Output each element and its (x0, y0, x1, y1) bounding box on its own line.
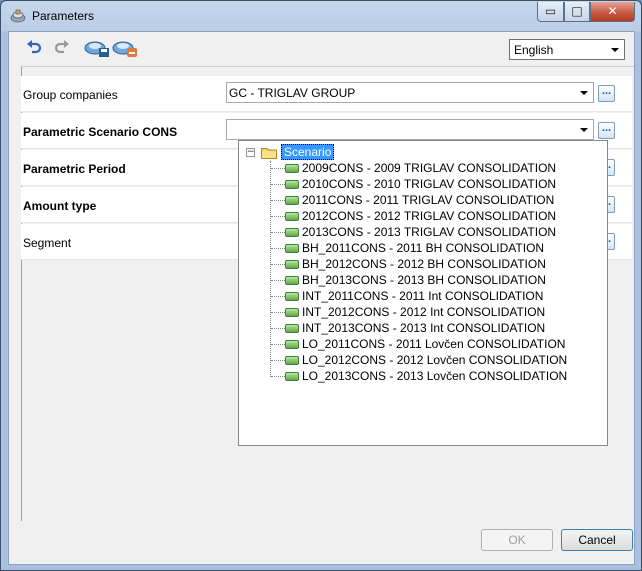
title-bar[interactable]: Parameters ▭ □ ✕ (1, 1, 641, 31)
tree-connector (271, 232, 285, 233)
folder-icon (261, 148, 277, 159)
maximize-icon: □ (571, 4, 583, 18)
tree-item-label: 2009CONS - 2009 TRIGLAV CONSOLIDATION (302, 161, 557, 175)
tree-root-label: Scenario (281, 144, 335, 160)
scenario-item-icon (285, 260, 299, 269)
tree-item[interactable]: INT_2011CONS - 2011 Int CONSOLIDATION (271, 288, 591, 304)
tree-item[interactable]: 2013CONS - 2013 TRIGLAV CONSOLIDATION (271, 224, 591, 240)
tree-item-label: 2011CONS - 2011 TRIGLAV CONSOLIDATION (302, 193, 555, 207)
language-value: English (514, 43, 554, 57)
tree-connector (271, 376, 285, 377)
maximize-button[interactable]: □ (564, 2, 590, 22)
tree-item-label: BH_2011CONS - 2011 BH CONSOLIDATION (302, 241, 545, 255)
tree-item-label: 2013CONS - 2013 TRIGLAV CONSOLIDATION (302, 225, 557, 239)
tree-item-label: INT_2013CONS - 2013 Int CONSOLIDATION (302, 321, 546, 335)
param-label: Amount type (23, 199, 97, 213)
save-settings-icon[interactable] (83, 38, 111, 58)
scenario-item-icon (285, 196, 299, 205)
parameters-window: Parameters ▭ □ ✕ English Group companies… (0, 0, 642, 571)
delete-settings-icon[interactable] (111, 38, 139, 58)
scenario-item-icon (285, 164, 299, 173)
scenario-item-icon (285, 324, 299, 333)
param-row-group-companies: Group companies GC - TRIGLAV GROUP ... (21, 76, 632, 112)
tree-item[interactable]: BH_2012CONS - 2012 BH CONSOLIDATION (271, 256, 591, 272)
tree-connector (271, 280, 285, 281)
close-icon: ✕ (607, 4, 618, 18)
tree-item[interactable]: 2009CONS - 2009 TRIGLAV CONSOLIDATION (271, 160, 591, 176)
minimize-icon: ▭ (544, 4, 557, 18)
scenario-combo[interactable] (226, 119, 594, 140)
chevron-down-icon (611, 48, 619, 52)
tree-item-label: INT_2011CONS - 2011 Int CONSOLIDATION (302, 289, 544, 303)
tree-connector (271, 168, 285, 169)
close-button[interactable]: ✕ (590, 2, 635, 22)
tree-connector (271, 328, 285, 329)
tree-item-label: INT_2012CONS - 2012 Int CONSOLIDATION (302, 305, 546, 319)
tree-item-label: 2012CONS - 2012 TRIGLAV CONSOLIDATION (302, 209, 557, 223)
tree-item[interactable]: LO_2013CONS - 2013 Lovčen CONSOLIDATION (271, 368, 591, 384)
combo-value: GC - TRIGLAV GROUP (229, 86, 356, 100)
scenario-item-icon (285, 212, 299, 221)
language-select[interactable]: English (509, 39, 625, 60)
tree-item[interactable]: 2011CONS - 2011 TRIGLAV CONSOLIDATION (271, 192, 591, 208)
group-companies-combo[interactable]: GC - TRIGLAV GROUP (226, 82, 594, 103)
param-label: Segment (23, 236, 72, 250)
cancel-button[interactable]: Cancel (561, 529, 633, 551)
window-title: Parameters (32, 9, 95, 23)
redo-icon[interactable] (53, 38, 71, 58)
ok-button[interactable]: OK (481, 529, 553, 551)
scenario-item-icon (285, 372, 299, 381)
tree-item-label: 2010CONS - 2010 TRIGLAV CONSOLIDATION (302, 177, 557, 191)
tree-item-label: LO_2012CONS - 2012 Lovčen CONSOLIDATION (302, 353, 568, 367)
tree-connector (271, 264, 285, 265)
group-companies-browse-button[interactable]: ... (598, 85, 615, 102)
tree-item[interactable]: LO_2012CONS - 2012 Lovčen CONSOLIDATION (271, 352, 591, 368)
tree-item[interactable]: BH_2013CONS - 2013 BH CONSOLIDATION (271, 272, 591, 288)
tree-connector (271, 360, 285, 361)
app-icon (10, 9, 26, 23)
tree-connector (271, 296, 285, 297)
toolbar: English (9, 32, 634, 66)
chevron-down-icon (580, 128, 588, 132)
tree-item-label: BH_2013CONS - 2013 BH CONSOLIDATION (302, 273, 546, 287)
tree-item[interactable]: 2010CONS - 2010 TRIGLAV CONSOLIDATION (271, 176, 591, 192)
tree-item[interactable]: BH_2011CONS - 2011 BH CONSOLIDATION (271, 240, 591, 256)
scenario-item-icon (285, 180, 299, 189)
param-label: Group companies (23, 88, 118, 102)
scenario-item-icon (285, 228, 299, 237)
scenario-item-icon (285, 340, 299, 349)
tree-item-label: LO_2011CONS - 2011 Lovčen CONSOLIDATION (302, 337, 566, 351)
scenario-item-icon (285, 308, 299, 317)
scenario-browse-button[interactable]: ... (598, 122, 615, 139)
collapse-icon[interactable]: − (246, 148, 255, 157)
scenario-item-icon (285, 276, 299, 285)
tree-connector (271, 216, 285, 217)
tree-connector (271, 184, 285, 185)
tree-connector (271, 344, 285, 345)
scenario-item-icon (285, 292, 299, 301)
tree-item[interactable]: INT_2012CONS - 2012 Int CONSOLIDATION (271, 304, 591, 320)
chevron-down-icon (580, 91, 588, 95)
tree-item[interactable]: INT_2013CONS - 2013 Int CONSOLIDATION (271, 320, 591, 336)
param-label: Parametric Period (23, 162, 126, 176)
tree-connector (271, 200, 285, 201)
undo-icon[interactable] (25, 38, 43, 58)
minimize-button[interactable]: ▭ (537, 2, 564, 22)
tree-item-label: BH_2012CONS - 2012 BH CONSOLIDATION (302, 257, 546, 271)
scenario-tree-dropdown[interactable]: − Scenario 2009CONS - 2009 TRIGLAV CONSO… (238, 140, 608, 446)
scenario-item-icon (285, 356, 299, 365)
tree-connector (271, 248, 285, 249)
param-label: Parametric Scenario CONS (23, 125, 178, 139)
tree-item[interactable]: LO_2011CONS - 2011 Lovčen CONSOLIDATION (271, 336, 591, 352)
scenario-item-icon (285, 244, 299, 253)
tree-connector (271, 312, 285, 313)
tree-item-label: LO_2013CONS - 2013 Lovčen CONSOLIDATION (302, 369, 568, 383)
tree-item[interactable]: 2012CONS - 2012 TRIGLAV CONSOLIDATION (271, 208, 591, 224)
